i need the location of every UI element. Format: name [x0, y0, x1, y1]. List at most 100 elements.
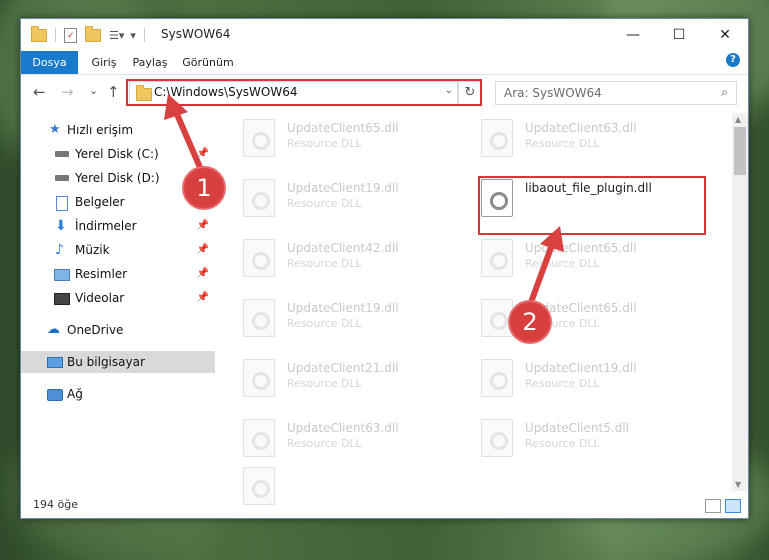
maximize-button[interactable]: ☐	[656, 19, 702, 51]
search-box[interactable]: Ara: SysWOW64 ⌕	[495, 81, 737, 105]
pin-icon[interactable]: 📌	[197, 239, 209, 261]
sidebar-item-label: Yerel Disk (D:)	[75, 171, 160, 185]
sidebar-item-pictures[interactable]: Resimler 📌	[21, 263, 215, 285]
list-item[interactable]: UpdateClient19.dll Resource DLL	[243, 175, 473, 221]
scrollbar-thumb[interactable]	[734, 127, 746, 175]
pin-icon[interactable]: 📌	[197, 287, 209, 309]
pin-icon[interactable]: 📌	[197, 143, 209, 165]
list-item[interactable]	[243, 463, 473, 505]
tab-home[interactable]: Giriş	[85, 51, 123, 74]
drive-icon	[55, 175, 69, 181]
file-name: UpdateClient65.dll	[525, 241, 637, 255]
close-button[interactable]: ✕	[702, 19, 748, 51]
file-type: Resource DLL	[525, 137, 600, 150]
step-badge-1: 1	[184, 168, 224, 208]
search-input[interactable]: Ara: SysWOW64	[504, 86, 602, 100]
file-name: UpdateClient63.dll	[287, 421, 399, 435]
dll-file-icon	[481, 359, 513, 397]
customize-toolbar-icon[interactable]: ☰▾	[109, 29, 124, 42]
file-type: Resource DLL	[287, 137, 362, 150]
list-item[interactable]: UpdateClient63.dll Resource DLL	[481, 115, 711, 161]
sidebar-item-onedrive[interactable]: ☁ OneDrive	[21, 319, 215, 341]
dll-file-icon	[243, 119, 275, 157]
divider	[55, 28, 56, 42]
help-icon[interactable]: ?	[726, 53, 740, 67]
step-badge-2: 2	[510, 302, 550, 342]
dll-file-icon	[243, 419, 275, 457]
sidebar-item-label: Belgeler	[75, 195, 125, 209]
list-item[interactable]: UpdateClient63.dll Resource DLL	[243, 415, 473, 461]
list-item[interactable]: UpdateClient65.dll Resource DLL	[243, 115, 473, 161]
address-highlight	[126, 79, 482, 106]
folder-icon	[31, 25, 47, 42]
music-icon: ♪	[55, 242, 64, 258]
sidebar-item-label: Videolar	[75, 291, 125, 305]
list-item[interactable]: UpdateClient5.dll Resource DLL	[481, 415, 711, 461]
sidebar-item-this-pc[interactable]: Bu bilgisayar	[21, 351, 215, 373]
pin-icon[interactable]: 📌	[197, 263, 209, 285]
dll-file-icon	[481, 119, 513, 157]
sidebar-item-videos[interactable]: Videolar 📌	[21, 287, 215, 309]
file-type: Resource DLL	[287, 377, 362, 390]
properties-icon[interactable]: ✓	[64, 27, 77, 43]
minimize-button[interactable]: —	[610, 19, 656, 51]
sidebar-item-downloads[interactable]: ⬇ İndirmeler 📌	[21, 215, 215, 237]
sidebar-item-label: Bu bilgisayar	[67, 355, 145, 369]
details-view-icon[interactable]	[705, 499, 721, 513]
file-name: UpdateClient63.dll	[525, 121, 637, 135]
file-type: Resource DLL	[525, 377, 600, 390]
sidebar-item-network[interactable]: Ağ	[21, 383, 215, 405]
back-button[interactable]: ←	[33, 83, 46, 101]
target-file-highlight	[478, 176, 706, 235]
tab-file[interactable]: Dosya	[21, 51, 78, 74]
quick-access-toolbar: ✓ ☰▾ ▾	[31, 25, 153, 44]
sidebar-item-label: Müzik	[75, 243, 110, 257]
ribbon-tabs: Dosya Giriş Paylaş Görünüm ?	[21, 51, 748, 75]
tab-share[interactable]: Paylaş	[127, 51, 173, 74]
file-name: UpdateClient19.dll	[287, 301, 399, 315]
drive-icon	[55, 151, 69, 157]
large-icons-view-icon[interactable]	[725, 499, 741, 513]
sidebar-item-quick-access[interactable]: ★ Hızlı erişim	[21, 119, 215, 141]
up-button[interactable]: ↑	[107, 83, 120, 101]
item-count: 194 öğe	[33, 498, 78, 511]
tab-view[interactable]: Görünüm	[179, 51, 237, 74]
computer-icon	[47, 357, 63, 368]
sidebar-item-label: Yerel Disk (C:)	[75, 147, 159, 161]
download-icon: ⬇	[55, 218, 67, 234]
list-item[interactable]: UpdateClient21.dll Resource DLL	[243, 355, 473, 401]
list-item[interactable]: UpdateClient19.dll Resource DLL	[243, 295, 473, 341]
new-folder-icon[interactable]	[85, 25, 101, 42]
search-icon[interactable]: ⌕	[721, 85, 728, 100]
file-name: UpdateClient65.dll	[287, 121, 399, 135]
file-name: UpdateClient19.dll	[287, 181, 399, 195]
navigation-pane: ★ Hızlı erişim Yerel Disk (C:) 📌 Yerel D…	[21, 113, 215, 489]
sidebar-item-music[interactable]: ♪ Müzik 📌	[21, 239, 215, 261]
toolbar-dropdown-icon[interactable]: ▾	[130, 29, 136, 42]
dll-file-icon	[481, 419, 513, 457]
list-item[interactable]: UpdateClient19.dll Resource DLL	[481, 355, 711, 401]
sidebar-item-label: Hızlı erişim	[67, 123, 134, 137]
file-type: Resource DLL	[525, 257, 600, 270]
scroll-down-icon[interactable]: ▼	[735, 480, 741, 489]
file-name: UpdateClient42.dll	[287, 241, 399, 255]
vertical-scrollbar[interactable]: ▲ ▼	[732, 113, 748, 491]
sidebar-item-label: OneDrive	[67, 323, 124, 337]
forward-button[interactable]: →	[61, 83, 74, 101]
videos-icon	[54, 293, 70, 305]
recent-locations-button[interactable]: ⌄	[89, 84, 98, 97]
divider	[143, 28, 145, 42]
network-icon	[47, 389, 63, 401]
sidebar-item-label: İndirmeler	[75, 219, 137, 233]
file-type: Resource DLL	[287, 257, 362, 270]
list-item[interactable]: UpdateClient65.dll Resource DLL	[481, 235, 711, 281]
pin-icon[interactable]: 📌	[197, 215, 209, 237]
sidebar-item-local-disk-c[interactable]: Yerel Disk (C:) 📌	[21, 143, 215, 165]
file-type: Resource DLL	[287, 437, 362, 450]
dll-file-icon	[243, 299, 275, 337]
file-name: UpdateClient19.dll	[525, 361, 637, 375]
file-type: Resource DLL	[287, 317, 362, 330]
documents-icon	[56, 196, 68, 211]
scroll-up-icon[interactable]: ▲	[735, 115, 741, 124]
list-item[interactable]: UpdateClient42.dll Resource DLL	[243, 235, 473, 281]
